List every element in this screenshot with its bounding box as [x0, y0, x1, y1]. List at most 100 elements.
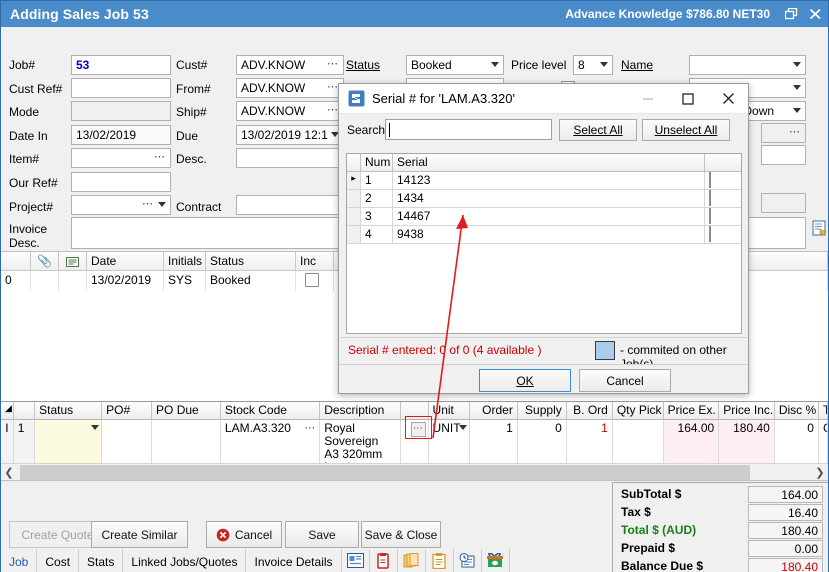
- cust-lookup-icon[interactable]: ⋯: [327, 57, 339, 72]
- serial-col-serial[interactable]: Serial: [393, 154, 705, 172]
- lines-col-unit[interactable]: Unit: [429, 402, 470, 420]
- serial-col-num[interactable]: Num: [361, 154, 393, 172]
- close-icon[interactable]: [804, 3, 826, 25]
- from-number-field[interactable]: ADV.KNOW ⋯: [236, 78, 344, 98]
- cancel-button[interactable]: Cancel: [206, 521, 282, 548]
- serial-row-check[interactable]: [705, 208, 741, 226]
- scroll-track[interactable]: [17, 465, 812, 480]
- extra-field-1[interactable]: ⋯: [761, 123, 806, 143]
- tab-linked-jobs-quotes[interactable]: Linked Jobs/Quotes: [123, 549, 246, 572]
- lines-col-price-ex[interactable]: Price Ex.: [664, 402, 720, 420]
- history-inc-checkbox[interactable]: [305, 273, 319, 287]
- list-item[interactable]: 3 14467: [347, 208, 741, 226]
- tab-job[interactable]: Job: [1, 549, 37, 572]
- date-in-field[interactable]: 13/02/2019: [71, 125, 171, 145]
- lines-col-po-due[interactable]: PO Due: [152, 402, 221, 420]
- serial-checkbox[interactable]: [709, 190, 711, 206]
- lines-col-qty-pick[interactable]: Qty Pick: [613, 402, 664, 420]
- lines-horizontal-scrollbar[interactable]: ❮ ❯: [1, 463, 828, 480]
- lines-col-stock-code[interactable]: Stock Code: [221, 402, 320, 420]
- job-number-field[interactable]: 53: [71, 55, 171, 75]
- list-item[interactable]: ▸ 1 14123: [347, 172, 741, 190]
- ship-number-field[interactable]: ADV.KNOW ⋯: [236, 101, 344, 121]
- serial-row-check[interactable]: [705, 190, 741, 208]
- lines-col-tax[interactable]: Tax: [819, 402, 828, 420]
- lines-col-selector[interactable]: ◢: [1, 402, 14, 420]
- gift-money-icon[interactable]: [482, 549, 510, 572]
- attach-doc-icon[interactable]: [812, 220, 828, 236]
- project-lookup-icon[interactable]: ⋯: [142, 197, 154, 212]
- history-col-status[interactable]: Status: [206, 252, 296, 270]
- extra-field-3[interactable]: [761, 193, 806, 213]
- item-number-field[interactable]: ⋯: [71, 148, 171, 168]
- mode-field[interactable]: [71, 101, 171, 121]
- status-combo[interactable]: Booked: [406, 55, 504, 75]
- extra-lookup-icon[interactable]: ⋯: [789, 125, 801, 140]
- clipboard-icon[interactable]: [426, 549, 454, 572]
- project-number-combo[interactable]: ⋯: [71, 195, 171, 215]
- tab-invoice-details[interactable]: Invoice Details: [246, 549, 341, 572]
- red-folder-icon[interactable]: [370, 549, 398, 572]
- minimize-icon[interactable]: [628, 84, 668, 113]
- lines-col-po[interactable]: PO#: [102, 402, 152, 420]
- serial-col-marker[interactable]: [347, 154, 361, 172]
- price-level-combo[interactable]: 8: [573, 55, 613, 75]
- save-close-button[interactable]: Save & Close: [361, 521, 441, 548]
- paperclip-icon[interactable]: 📎: [31, 252, 59, 270]
- scroll-left-icon[interactable]: ❮: [1, 466, 17, 479]
- name-combo[interactable]: [689, 55, 806, 75]
- select-all-button[interactable]: Select All: [559, 119, 637, 141]
- serial-col-check[interactable]: [705, 154, 741, 172]
- search-input[interactable]: [385, 119, 552, 140]
- history-col-inc[interactable]: Inc: [296, 252, 334, 270]
- cust-number-field[interactable]: ADV.KNOW ⋯: [236, 55, 344, 75]
- lines-col-b-ord[interactable]: B. Ord: [567, 402, 613, 420]
- note-icon[interactable]: [59, 252, 87, 270]
- lines-col-desc-action[interactable]: [401, 402, 429, 420]
- close-icon[interactable]: [708, 84, 748, 113]
- due-date-combo[interactable]: 13/02/2019 12:1: [236, 125, 344, 145]
- item-lookup-icon[interactable]: ⋯: [154, 150, 166, 165]
- history-col-initials[interactable]: Initials: [164, 252, 206, 270]
- serial-row-serial[interactable]: 9438: [393, 226, 705, 244]
- scroll-right-icon[interactable]: ❯: [812, 466, 828, 479]
- serial-row-serial[interactable]: 14467: [393, 208, 705, 226]
- dialog-cancel-button[interactable]: Cancel: [579, 369, 671, 392]
- serial-checkbox[interactable]: [709, 172, 711, 188]
- unselect-all-button[interactable]: Unselect All: [642, 119, 730, 141]
- history-icon[interactable]: [454, 549, 482, 572]
- restore-icon[interactable]: [780, 3, 802, 25]
- tab-stats[interactable]: Stats: [79, 549, 123, 572]
- scroll-thumb[interactable]: [20, 465, 750, 480]
- list-item[interactable]: 2 1434: [347, 190, 741, 208]
- contract-field[interactable]: [236, 195, 344, 215]
- lines-col-supply[interactable]: Supply: [518, 402, 567, 420]
- copy-pages-icon[interactable]: [398, 549, 426, 572]
- list-item[interactable]: 4 9438: [347, 226, 741, 244]
- serial-checkbox[interactable]: [709, 226, 711, 242]
- serial-row-serial[interactable]: 14123: [393, 172, 705, 190]
- our-ref-field[interactable]: [71, 172, 171, 192]
- chevron-down-icon[interactable]: [91, 425, 99, 430]
- history-col-num[interactable]: [1, 252, 31, 270]
- save-button[interactable]: Save: [285, 521, 359, 548]
- lines-col-description[interactable]: Description: [320, 402, 400, 420]
- serial-row-check[interactable]: [705, 172, 741, 190]
- history-col-date[interactable]: Date: [87, 252, 164, 270]
- serial-row-check[interactable]: [705, 226, 741, 244]
- lines-col-order[interactable]: Order: [470, 402, 518, 420]
- create-similar-button[interactable]: Create Similar: [91, 521, 188, 548]
- tab-cost[interactable]: Cost: [37, 549, 79, 572]
- serial-row-serial[interactable]: 1434: [393, 190, 705, 208]
- serial-lookup-button[interactable]: ⋯: [411, 422, 426, 437]
- serial-checkbox[interactable]: [709, 208, 711, 224]
- lines-col-price-inc[interactable]: Price Inc.: [719, 402, 775, 420]
- lines-col-disc[interactable]: Disc %: [775, 402, 819, 420]
- lines-col-status[interactable]: Status: [35, 402, 102, 420]
- cust-ref-field[interactable]: [71, 78, 171, 98]
- stock-code-lookup-icon[interactable]: ⋯: [304, 422, 316, 435]
- serial-grid[interactable]: Num Serial ▸ 1 14123 2 1434 3 14467: [346, 153, 742, 334]
- maximize-icon[interactable]: [668, 84, 708, 113]
- contact-card-icon[interactable]: [342, 549, 370, 572]
- chevron-down-icon[interactable]: [459, 425, 467, 430]
